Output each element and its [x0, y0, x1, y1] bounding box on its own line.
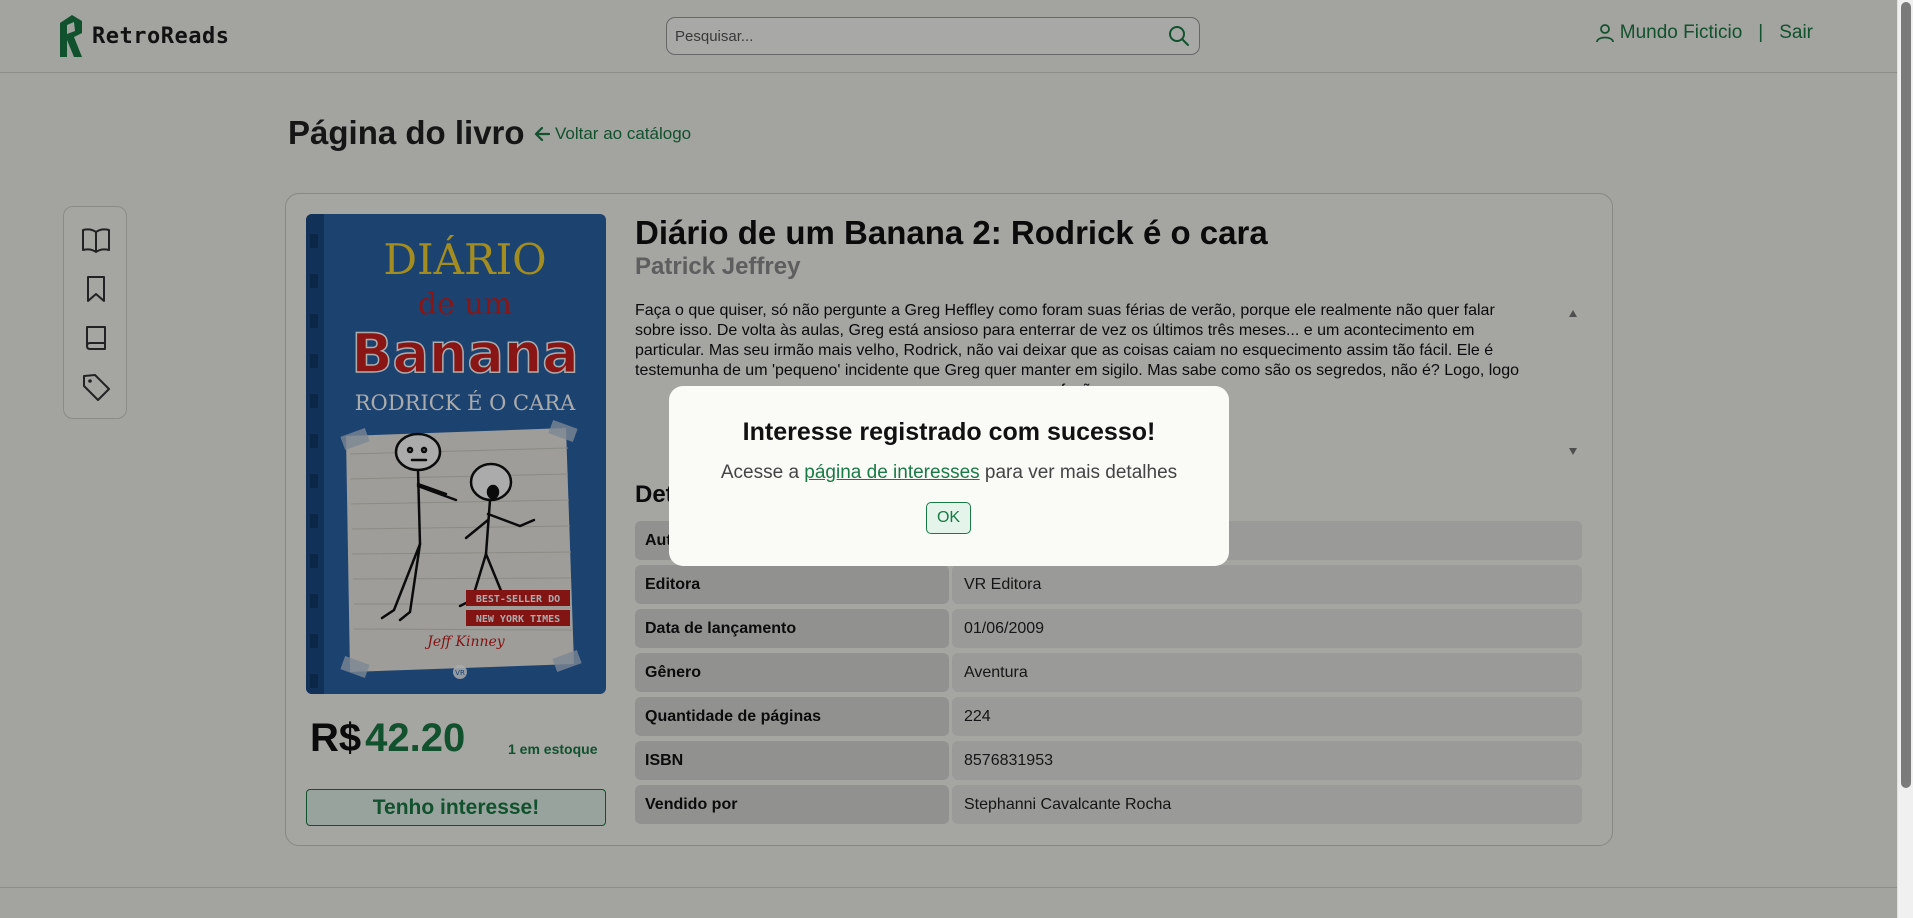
modal-title: Interesse registrado com sucesso! — [742, 418, 1156, 446]
modal-text-after: para ver mais detalhes — [984, 462, 1178, 483]
success-modal: Interesse registrado com sucesso! Acesse… — [669, 386, 1229, 566]
modal-message: Acesse a página de interesses para ver m… — [669, 462, 1229, 484]
ok-button[interactable]: OK — [926, 502, 971, 534]
interests-page-link[interactable]: página de interesses — [804, 462, 979, 483]
modal-text-before: Acesse a — [720, 462, 800, 483]
page-scrollbar[interactable] — [1897, 0, 1913, 918]
page-scrollbar-thumb[interactable] — [1901, 2, 1911, 788]
